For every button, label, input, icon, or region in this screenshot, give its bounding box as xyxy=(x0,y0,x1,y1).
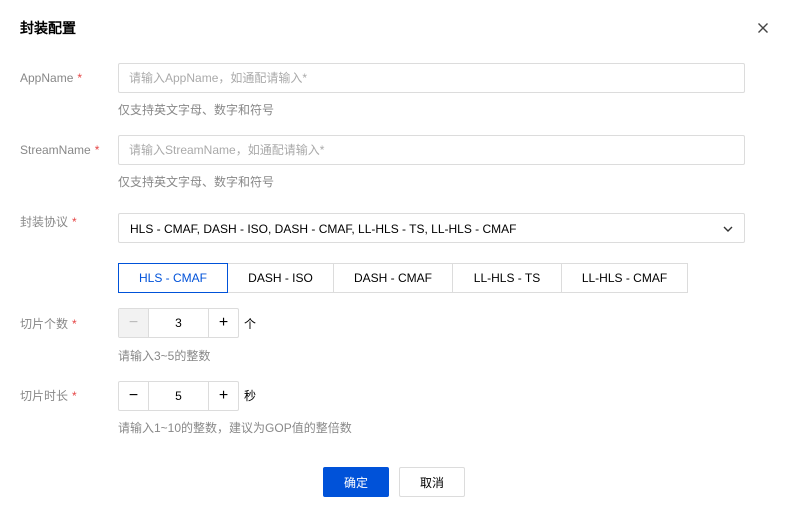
segment-duration-stepper: − + xyxy=(118,381,239,411)
tab-ll-hls-ts[interactable]: LL-HLS - TS xyxy=(452,263,562,293)
tab-dash-iso[interactable]: DASH - ISO xyxy=(227,263,334,293)
tab-hls-cmaf[interactable]: HLS - CMAF xyxy=(118,263,228,293)
segment-count-input[interactable] xyxy=(149,309,208,337)
cancel-button[interactable]: 取消 xyxy=(399,467,465,497)
segment-count-label: 切片个数 * xyxy=(20,317,77,331)
protocol-label: 封装协议 * xyxy=(20,215,77,229)
segment-duration-increment-button[interactable]: + xyxy=(208,382,238,410)
segment-count-stepper: − + xyxy=(118,308,239,338)
app-name-input[interactable] xyxy=(118,63,745,93)
dialog-title: 封装配置 xyxy=(20,20,76,36)
protocol-select-value: HLS - CMAF, DASH - ISO, DASH - CMAF, LL-… xyxy=(130,222,517,236)
app-name-hint: 仅支持英文字母、数字和符号 xyxy=(118,103,275,117)
tab-ll-hls-cmaf[interactable]: LL-HLS - CMAF xyxy=(561,263,688,293)
required-mark: * xyxy=(72,215,77,229)
protocol-tabs: HLS - CMAF DASH - ISO DASH - CMAF LL-HLS… xyxy=(118,263,688,293)
segment-count-unit: 个 xyxy=(244,317,257,331)
chevron-down-icon xyxy=(723,226,733,232)
segment-count-hint: 请输入3~5的整数 xyxy=(118,349,211,363)
tab-dash-cmaf[interactable]: DASH - CMAF xyxy=(333,263,453,293)
segment-duration-input[interactable] xyxy=(149,382,208,410)
segment-count-increment-button[interactable]: + xyxy=(208,309,238,337)
required-mark: * xyxy=(72,317,77,331)
required-mark: * xyxy=(94,143,100,157)
segment-duration-label: 切片时长 * xyxy=(20,389,77,403)
stream-name-input[interactable] xyxy=(118,135,745,165)
segment-count-decrement-button[interactable]: − xyxy=(119,309,149,337)
stream-name-label: StreamName * xyxy=(20,143,100,157)
close-icon[interactable] xyxy=(754,19,772,37)
stream-name-hint: 仅支持英文字母、数字和符号 xyxy=(118,175,275,189)
segment-duration-unit: 秒 xyxy=(244,389,257,403)
app-name-label: AppName * xyxy=(20,71,83,85)
required-mark: * xyxy=(77,71,83,85)
segment-duration-decrement-button[interactable]: − xyxy=(119,382,149,410)
segment-duration-hint: 请输入1~10的整数，建议为GOP值的整倍数 xyxy=(118,421,352,435)
required-mark: * xyxy=(72,389,77,403)
protocol-select[interactable]: HLS - CMAF, DASH - ISO, DASH - CMAF, LL-… xyxy=(118,213,745,243)
confirm-button[interactable]: 确定 xyxy=(323,467,389,497)
